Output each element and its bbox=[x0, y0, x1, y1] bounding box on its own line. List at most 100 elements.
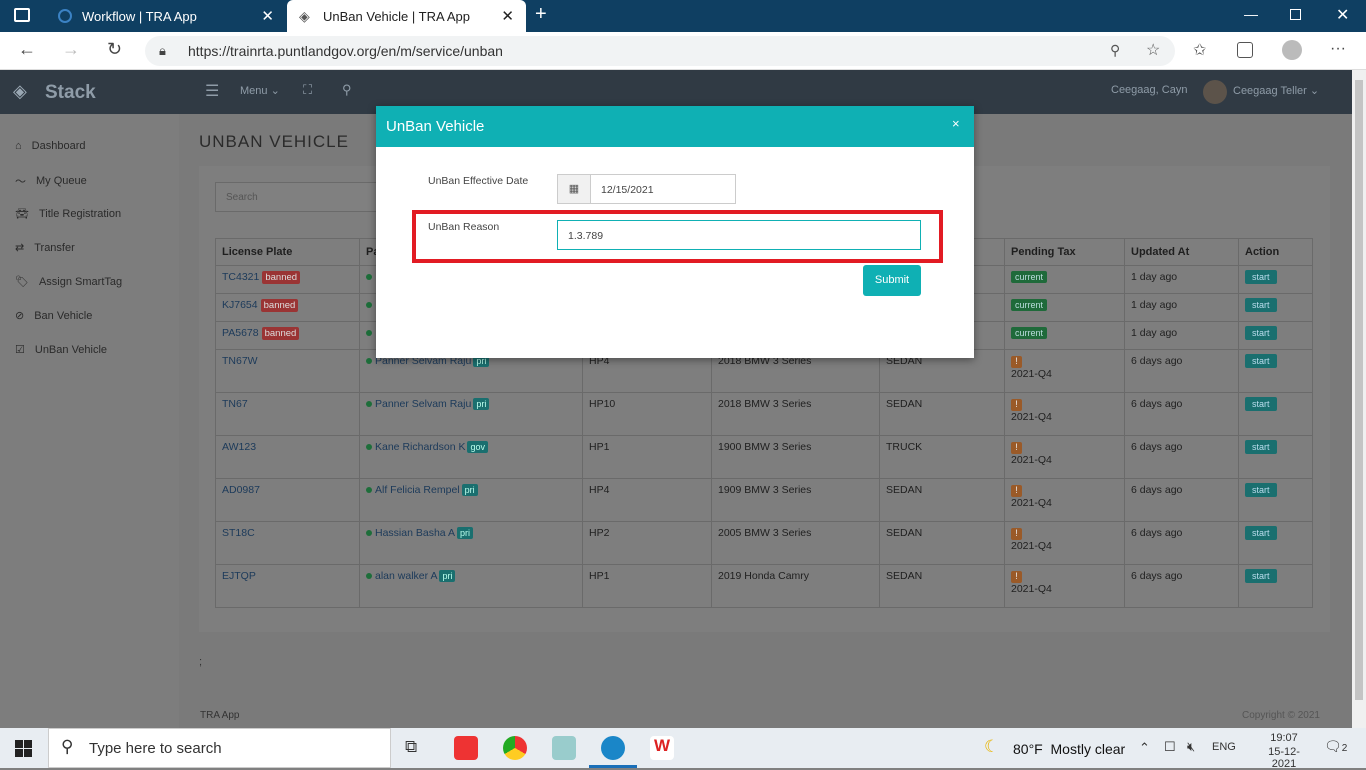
scrollbar-thumb[interactable] bbox=[1355, 80, 1363, 700]
chrome-icon[interactable] bbox=[503, 736, 527, 760]
owner-link[interactable]: Kane Richardson K bbox=[375, 441, 465, 453]
windows-start-icon[interactable] bbox=[15, 740, 32, 757]
table-row[interactable]: ST18C Hassian Basha Apri HP2 2005 BMW 3 Ser… bbox=[215, 521, 1313, 565]
page-scrollbar[interactable] bbox=[1352, 70, 1366, 728]
language-indicator[interactable]: ENG bbox=[1212, 741, 1236, 753]
sidebar-item-title-registration[interactable]: 🚘︎ Title Registration bbox=[15, 207, 121, 221]
tray-expand-icon[interactable]: ⌃ bbox=[1139, 740, 1150, 756]
sidebar-item-dashboard[interactable]: ⌂ Dashboard bbox=[15, 140, 85, 152]
start-button[interactable]: start bbox=[1245, 270, 1277, 284]
refresh-icon[interactable]: ↻ bbox=[107, 39, 122, 60]
restore-icon[interactable] bbox=[1290, 9, 1301, 20]
table-row[interactable]: AW123 Kane Richardson Kgov HP1 1900 BMW 3 S… bbox=[215, 435, 1313, 479]
user-menu[interactable]: Ceegaag Teller ⌄ bbox=[1233, 84, 1319, 97]
plate-link[interactable]: TC4321 bbox=[222, 271, 259, 283]
tab-actions-icon[interactable] bbox=[14, 8, 30, 22]
forward-icon[interactable]: → bbox=[62, 39, 80, 60]
clock[interactable]: 19:07 15-12-2021 bbox=[1256, 732, 1312, 770]
calendar-icon[interactable]: ▦ bbox=[557, 174, 591, 204]
search-icon[interactable]: ⚲ bbox=[342, 82, 352, 98]
cell-action: start bbox=[1238, 349, 1313, 393]
fullscreen-icon[interactable]: ⛶ bbox=[303, 82, 312, 98]
more-menu-icon[interactable]: ··· bbox=[1330, 40, 1346, 58]
close-tab-icon[interactable]: ✕ bbox=[261, 7, 274, 25]
notification-icon[interactable]: 🗨︎2 bbox=[1324, 738, 1347, 755]
start-button[interactable]: start bbox=[1245, 483, 1277, 497]
start-button[interactable]: start bbox=[1245, 326, 1277, 340]
sidebar-item-transfer[interactable]: ⇄ Transfer bbox=[15, 241, 75, 255]
owner-link[interactable]: Hassian Basha A bbox=[375, 527, 455, 539]
table-row[interactable]: AD0987 Alf Felicia Rempel pri HP4 1909 BMW 3… bbox=[215, 478, 1313, 522]
tag-icon: 🏷︎ bbox=[15, 276, 29, 288]
start-button[interactable]: start bbox=[1245, 354, 1277, 368]
sidebar-item-unban-vehicle[interactable]: ☑ UnBan Vehicle bbox=[15, 343, 107, 357]
start-button[interactable]: start bbox=[1245, 298, 1277, 312]
sidebar-item-assign-smarttag[interactable]: 🏷︎ Assign SmartTag bbox=[15, 275, 122, 289]
banned-badge: banned bbox=[260, 299, 299, 312]
minimize-icon[interactable]: — bbox=[1244, 6, 1258, 22]
plate-link[interactable]: AD0987 bbox=[222, 484, 260, 496]
back-icon[interactable]: ← bbox=[18, 39, 36, 60]
weather-text[interactable]: 80°F Mostly clear bbox=[1013, 741, 1125, 757]
task-view-icon[interactable]: ⧉ bbox=[405, 736, 429, 760]
owner-link[interactable]: Alf Felicia Rempel bbox=[375, 484, 460, 496]
start-button[interactable]: start bbox=[1245, 397, 1277, 411]
anydesk-icon[interactable] bbox=[454, 736, 478, 760]
cell-pending-tax: current bbox=[1004, 293, 1125, 322]
modal-close-icon[interactable]: × bbox=[952, 116, 960, 131]
taskbar-search[interactable]: ⚲ Type here to search bbox=[48, 728, 391, 768]
owner-link[interactable]: Panner Selvam Raju bbox=[375, 398, 471, 410]
reason-input[interactable]: 1.3.789 bbox=[557, 220, 921, 250]
plate-link[interactable]: ST18C bbox=[222, 527, 255, 539]
tax-quarter: 2021-Q4 bbox=[1011, 454, 1052, 466]
new-tab-icon[interactable]: + bbox=[535, 3, 547, 26]
app-icon[interactable] bbox=[552, 736, 576, 760]
profile-avatar[interactable] bbox=[1282, 40, 1302, 60]
table-row[interactable]: TN67 Panner Selvam Raju pri HP10 2018 BMW 3 … bbox=[215, 392, 1313, 436]
table-row[interactable]: EJTQP alan walker Apri HP1 2019 Honda Camry… bbox=[215, 564, 1313, 608]
sidebar-item-label: Dashboard bbox=[31, 140, 86, 152]
status-dot-icon bbox=[366, 330, 372, 336]
favorites-icon[interactable]: ✩ bbox=[1193, 40, 1206, 60]
start-button[interactable]: start bbox=[1245, 569, 1277, 583]
network-icon[interactable]: ☐ bbox=[1164, 739, 1176, 755]
sidebar-item-label: Ban Vehicle bbox=[34, 309, 93, 322]
start-button[interactable]: start bbox=[1245, 440, 1277, 454]
tax-status-badge: current bbox=[1011, 271, 1048, 283]
owner-link[interactable]: alan walker A bbox=[375, 570, 437, 582]
hamburger-icon[interactable]: ☰ bbox=[205, 81, 219, 101]
start-button[interactable]: start bbox=[1245, 526, 1277, 540]
edge-icon[interactable] bbox=[601, 736, 625, 760]
cell-pending-tax: ! 2021-Q4 bbox=[1004, 349, 1125, 393]
favorite-add-icon[interactable]: ☆ bbox=[1146, 40, 1160, 60]
plate-link[interactable]: TN67 bbox=[222, 398, 248, 410]
plate-link[interactable]: EJTQP bbox=[222, 570, 256, 582]
footer-app-name: TRA App bbox=[200, 710, 240, 721]
sidebar-item-my-queue[interactable]: 〜 My Queue bbox=[15, 173, 87, 189]
sidebar-item-ban-vehicle[interactable]: ⊘ Ban Vehicle bbox=[15, 309, 93, 323]
wps-icon[interactable]: W bbox=[650, 736, 674, 760]
status-dot-icon bbox=[366, 358, 372, 364]
stray-text: ; bbox=[199, 656, 203, 668]
lock-icon[interactable]: 🔒︎ bbox=[159, 43, 166, 59]
date-input[interactable]: 12/15/2021 bbox=[590, 174, 736, 204]
plate-link[interactable]: AW123 bbox=[222, 441, 256, 453]
plate-link[interactable]: TN67W bbox=[222, 355, 258, 367]
tab-unban-vehicle[interactable]: ◈ UnBan Vehicle | TRA App ✕ bbox=[287, 0, 526, 32]
zoom-icon[interactable]: ⚲ bbox=[1110, 42, 1120, 59]
search-input[interactable]: Search bbox=[215, 182, 395, 212]
submit-button[interactable]: Submit bbox=[863, 265, 921, 296]
url-field[interactable]: https://trainrta.puntlandgov.org/en/m/se… bbox=[145, 36, 1175, 66]
plate-link[interactable]: KJ7654 bbox=[222, 299, 258, 311]
volume-muted-icon[interactable]: 🔇︎ bbox=[1187, 739, 1195, 755]
status-dot-icon bbox=[366, 444, 372, 450]
tab-workflow[interactable]: Workflow | TRA App ✕ bbox=[46, 0, 286, 32]
menu-dropdown[interactable]: Menu ⌄ bbox=[240, 84, 280, 97]
cell-updated: 6 days ago bbox=[1124, 564, 1239, 608]
close-window-icon[interactable]: ✕ bbox=[1336, 5, 1349, 25]
close-tab-icon[interactable]: ✕ bbox=[501, 7, 514, 25]
car-icon: 🚘︎ bbox=[15, 208, 29, 220]
collections-icon[interactable] bbox=[1237, 42, 1253, 58]
user-avatar[interactable] bbox=[1203, 80, 1227, 104]
plate-link[interactable]: PA5678 bbox=[222, 327, 259, 339]
